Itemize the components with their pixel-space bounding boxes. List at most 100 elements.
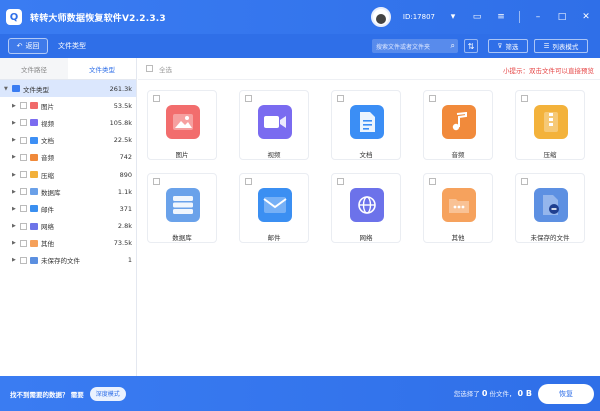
tree-item-count: 2.8k bbox=[117, 222, 132, 231]
card-checkbox[interactable] bbox=[429, 178, 436, 185]
card-checkbox[interactable] bbox=[245, 95, 252, 102]
filter-label: 筛选 bbox=[505, 43, 519, 51]
expand-arrow-icon[interactable]: ▼ bbox=[4, 86, 12, 92]
maximize-icon[interactable]: □ bbox=[556, 12, 568, 22]
tree-item-checkbox[interactable] bbox=[20, 256, 27, 264]
selected-count: 0 bbox=[481, 389, 488, 398]
tree-item[interactable]: ▶ 其他 73.5k bbox=[0, 235, 136, 252]
mail-icon bbox=[258, 188, 292, 222]
sort-button[interactable]: ⇅ bbox=[464, 39, 478, 53]
card-label: 其他 bbox=[451, 234, 465, 242]
list-mode-button[interactable]: ☰ 列表模式 bbox=[534, 39, 588, 53]
file-type-card[interactable]: 文档 bbox=[331, 90, 401, 160]
avatar[interactable] bbox=[370, 7, 391, 27]
expand-arrow-icon[interactable]: ▶ bbox=[12, 189, 20, 195]
list-icon: ☰ bbox=[543, 42, 550, 50]
file-type-card[interactable]: 视频 bbox=[239, 90, 309, 160]
select-all-label: 全选 bbox=[159, 65, 172, 74]
tree-item[interactable]: ▶ 数据库 1.1k bbox=[0, 183, 136, 200]
tree-item-checkbox[interactable] bbox=[20, 119, 27, 127]
database-icon bbox=[166, 188, 200, 222]
tree-item-checkbox[interactable] bbox=[20, 136, 27, 144]
main-panel: 全选 小提示：双击文件可以直接预览 图片 视频 文档 音频 压缩 数据库 邮件 网络 其他 未保存… bbox=[138, 58, 600, 376]
user-id[interactable]: ID:17807 bbox=[403, 13, 435, 21]
tree-item[interactable]: ▶ 图片 53.5k bbox=[0, 97, 136, 114]
expand-arrow-icon[interactable]: ▶ bbox=[12, 120, 20, 126]
file-type-card[interactable]: 图片 bbox=[147, 90, 217, 160]
tree-item-checkbox[interactable] bbox=[20, 171, 27, 179]
tree-item-checkbox[interactable] bbox=[20, 153, 27, 161]
card-checkbox[interactable] bbox=[337, 178, 344, 185]
tree-item-icon bbox=[30, 222, 38, 230]
expand-arrow-icon[interactable]: ▶ bbox=[12, 223, 20, 229]
tree-item-label: 其他 bbox=[41, 240, 54, 249]
minimize-icon[interactable]: – bbox=[532, 12, 544, 22]
monitor-icon[interactable]: ▭ bbox=[471, 12, 483, 22]
tree-item[interactable]: ▶ 网络 2.8k bbox=[0, 218, 136, 235]
select-all-checkbox[interactable] bbox=[146, 65, 153, 72]
file-type-card[interactable]: 数据库 bbox=[147, 173, 217, 243]
tree-item[interactable]: ▶ 邮件 371 bbox=[0, 200, 136, 217]
list-label: 列表模式 bbox=[552, 43, 579, 51]
archive-icon bbox=[534, 105, 568, 139]
tree-item[interactable]: ▶ 文档 22.5k bbox=[0, 132, 136, 149]
sort-icon: ⇅ bbox=[467, 41, 475, 51]
expand-arrow-icon[interactable]: ▶ bbox=[12, 172, 20, 178]
back-button[interactable]: ↶ 返回 bbox=[8, 38, 48, 54]
card-checkbox[interactable] bbox=[153, 178, 160, 185]
expand-arrow-icon[interactable]: ▶ bbox=[12, 154, 20, 160]
tree-item-checkbox[interactable] bbox=[20, 205, 27, 213]
file-type-card[interactable]: 其他 bbox=[423, 173, 493, 243]
tree-root[interactable]: ▼ 文件类型 261.3k bbox=[0, 80, 136, 98]
card-label: 邮件 bbox=[267, 234, 281, 242]
back-label: 返回 bbox=[25, 42, 40, 50]
title-bar: Q 转转大师数据恢复软件V2.2.3.3 ID:17807 ▾ ▭ ≡ – □ … bbox=[0, 0, 600, 34]
tree-item[interactable]: ▶ 未保存的文件 1 bbox=[0, 252, 136, 269]
card-checkbox[interactable] bbox=[521, 178, 528, 185]
chevron-down-icon[interactable]: ▾ bbox=[447, 12, 459, 22]
tree-item-checkbox[interactable] bbox=[20, 222, 27, 230]
tree-item[interactable]: ▶ 视频 105.8k bbox=[0, 114, 136, 131]
file-type-card[interactable]: 压缩 bbox=[515, 90, 585, 160]
file-type-card[interactable]: 音频 bbox=[423, 90, 493, 160]
tree-item-count: 73.5k bbox=[113, 239, 132, 248]
tree-item-label: 邮件 bbox=[41, 205, 54, 214]
expand-arrow-icon[interactable]: ▶ bbox=[12, 257, 20, 263]
file-type-card[interactable]: 邮件 bbox=[239, 173, 309, 243]
not-found-question: 找不到需要的数据？ 需要 bbox=[10, 390, 84, 399]
search-input[interactable]: 搜索文件或者文件夹 ⌕ bbox=[372, 39, 458, 53]
tree-item-checkbox[interactable] bbox=[20, 102, 27, 110]
card-checkbox[interactable] bbox=[153, 95, 160, 102]
tab-file-type[interactable]: 文件类型 bbox=[68, 58, 136, 79]
card-checkbox[interactable] bbox=[245, 178, 252, 185]
tree-item-label: 视频 bbox=[41, 119, 54, 128]
expand-arrow-icon[interactable]: ▶ bbox=[12, 137, 20, 143]
tab-file-path[interactable]: 文件路径 bbox=[0, 58, 68, 79]
app-title: 转转大师数据恢复软件V2.2.3.3 bbox=[30, 13, 166, 24]
card-checkbox[interactable] bbox=[337, 95, 344, 102]
card-checkbox[interactable] bbox=[521, 95, 528, 102]
card-checkbox[interactable] bbox=[429, 95, 436, 102]
search-icon[interactable]: ⌕ bbox=[451, 41, 455, 51]
document-icon bbox=[350, 105, 384, 139]
sidebar: 文件路径 文件类型 ▼ 文件类型 261.3k ▶ 图片 53.5k ▶ 视频 105.8… bbox=[0, 58, 137, 376]
expand-arrow-icon[interactable]: ▶ bbox=[12, 206, 20, 212]
recover-button[interactable]: 恢复 bbox=[538, 384, 594, 404]
expand-arrow-icon[interactable]: ▶ bbox=[12, 240, 20, 246]
selected-unit: 份文件， bbox=[489, 390, 516, 398]
tree-item[interactable]: ▶ 压缩 890 bbox=[0, 166, 136, 183]
tree-item-checkbox[interactable] bbox=[20, 188, 27, 196]
tree-item-count: 22.5k bbox=[113, 136, 132, 145]
tree-item[interactable]: ▶ 音频 742 bbox=[0, 149, 136, 166]
expand-arrow-icon[interactable]: ▶ bbox=[12, 103, 20, 109]
file-type-card[interactable]: 网络 bbox=[331, 173, 401, 243]
app-logo-icon: Q bbox=[6, 9, 22, 25]
tree-item-checkbox[interactable] bbox=[20, 239, 27, 247]
deep-mode-button[interactable]: 深度模式 bbox=[89, 386, 126, 401]
file-type-card[interactable]: 未保存的文件 bbox=[515, 173, 585, 243]
card-label: 未保存的文件 bbox=[530, 234, 570, 242]
image-icon bbox=[166, 105, 200, 139]
menu-icon[interactable]: ≡ bbox=[495, 12, 507, 22]
filter-button[interactable]: ⊽ 筛选 bbox=[488, 39, 528, 53]
close-icon[interactable]: ✕ bbox=[580, 12, 592, 22]
